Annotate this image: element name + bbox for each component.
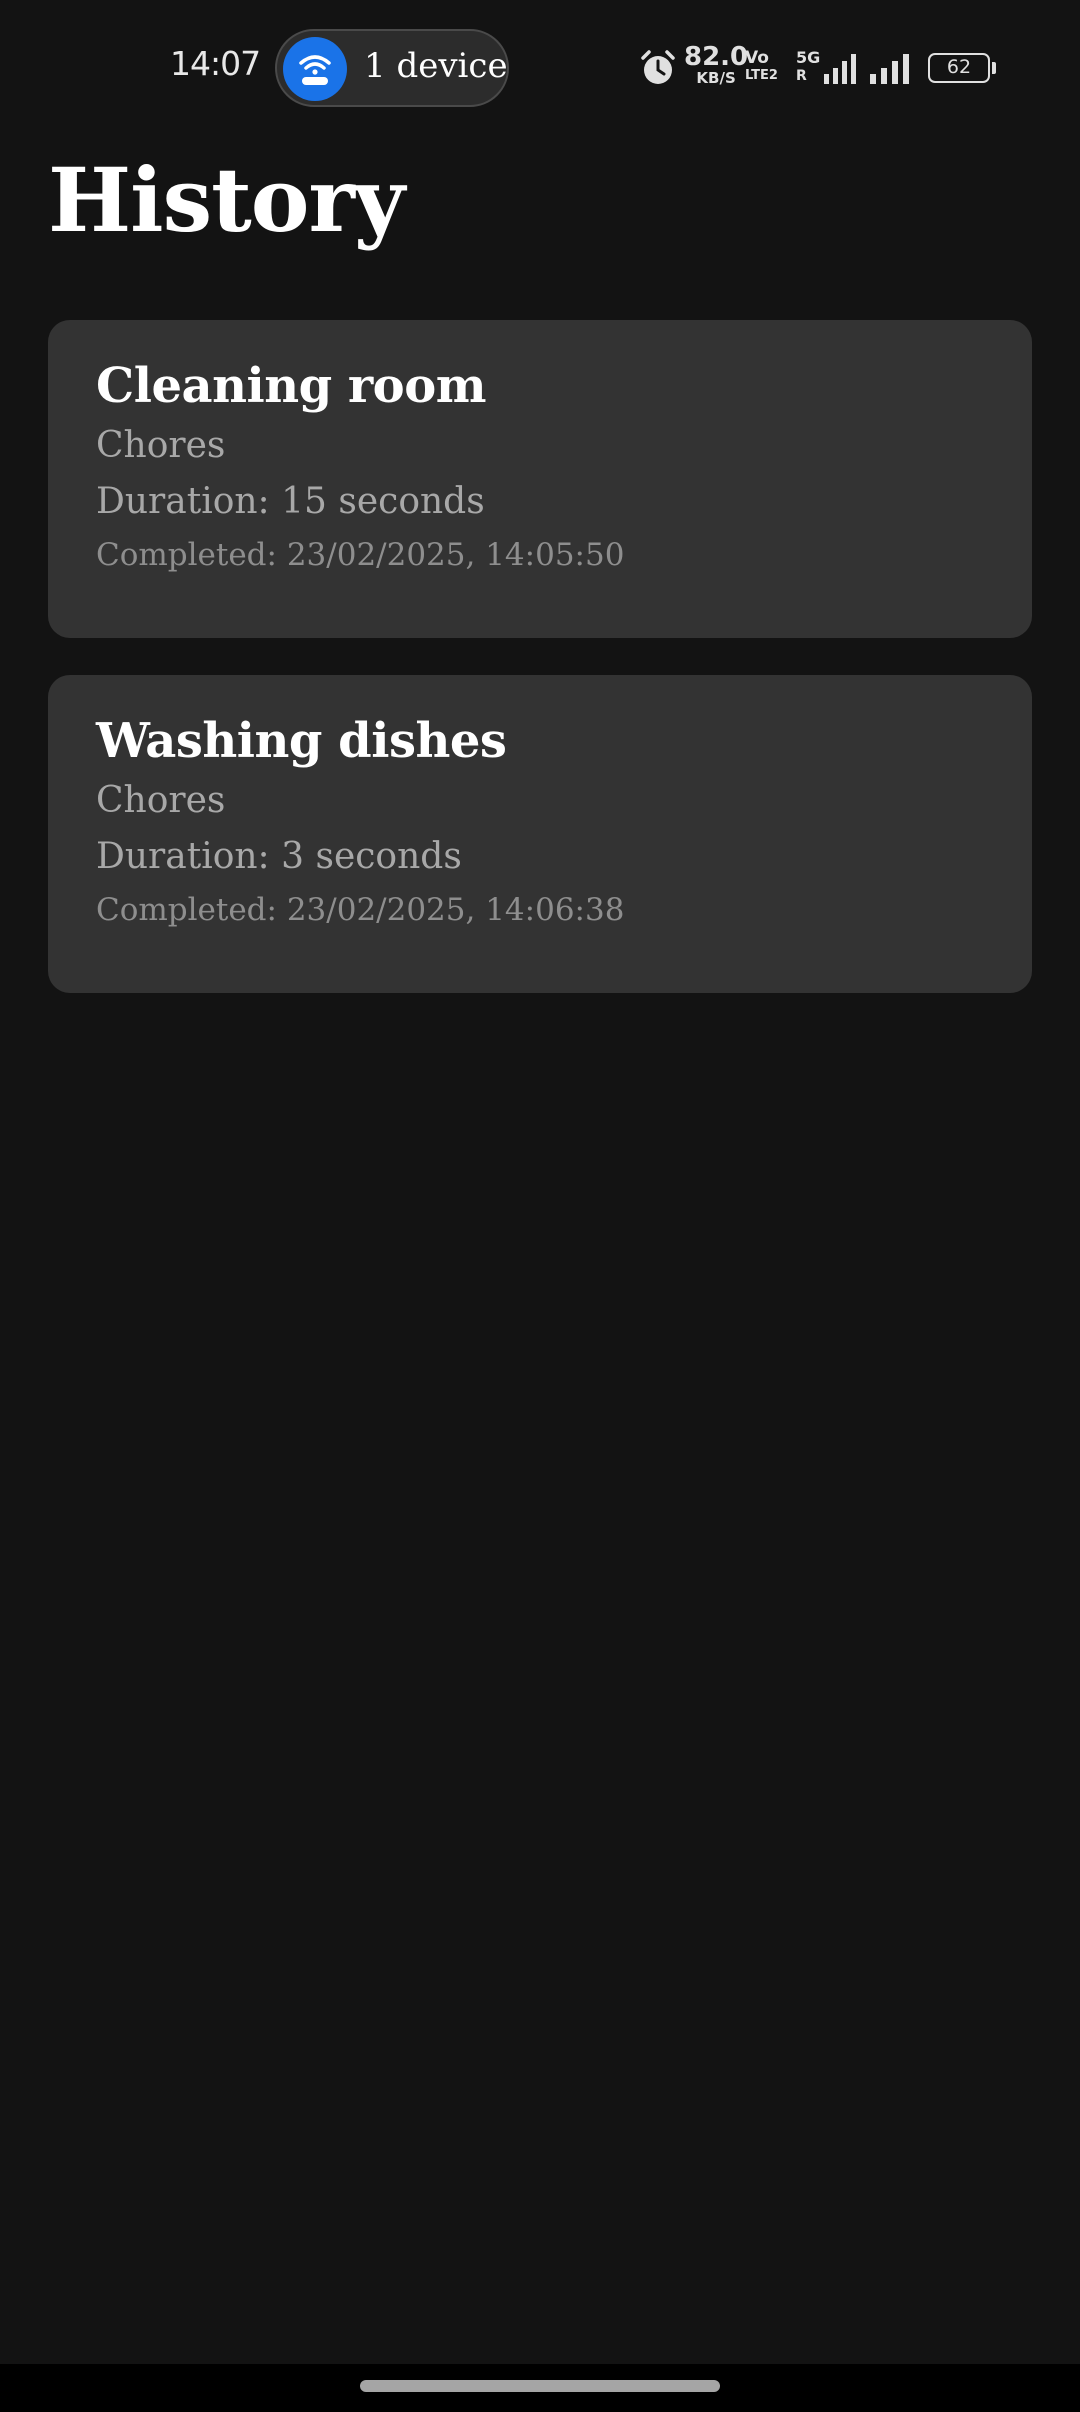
status-bar: 14:07 1 device 82.0 KB/S Vo LTE2 5G R 62 [0,0,1080,130]
page-title: History [48,148,405,252]
task-duration: Duration: 15 seconds [96,481,485,522]
screen: 14:07 1 device 82.0 KB/S Vo LTE2 5G R 62… [0,0,1080,2412]
task-category: Chores [96,425,226,466]
volte-indicator: Vo LTE2 [745,48,778,83]
task-category: Chores [96,780,226,821]
navigation-bar [0,2364,1080,2412]
signal-strength-icon [870,54,909,84]
task-completed-time: Completed: 23/02/2025, 14:05:50 [96,537,625,573]
task-duration: Duration: 3 seconds [96,836,462,877]
home-gesture-handle[interactable] [360,2380,720,2392]
network-speed-unit: KB/S [696,69,736,87]
battery-tip [992,62,996,74]
network-speed: 82.0 KB/S [684,44,748,86]
signal-strength-icon [824,54,856,84]
task-completed-time: Completed: 23/02/2025, 14:06:38 [96,892,625,928]
alarm-icon [641,50,675,84]
battery-level: 62 [946,56,972,78]
history-list: Cleaning room Chores Duration: 15 second… [48,320,1032,1030]
history-card[interactable]: Washing dishes Chores Duration: 3 second… [48,675,1032,993]
battery-icon: 62 [928,53,990,83]
status-time: 14:07 [170,44,261,83]
task-title: Cleaning room [96,358,487,414]
roaming-label: R [796,68,807,84]
network-type-label: 5G [796,48,821,67]
history-card[interactable]: Cleaning room Chores Duration: 15 second… [48,320,1032,638]
network-speed-value: 82.0 [684,42,749,72]
volte-label: Vo [745,48,769,68]
network-type: 5G R [796,48,821,84]
hotspot-indicator[interactable]: 1 device [275,29,509,107]
wifi-router-icon [283,37,347,101]
hotspot-label: 1 device [364,46,508,86]
task-title: Washing dishes [96,713,507,769]
volte-sub-label: LTE2 [745,68,778,83]
